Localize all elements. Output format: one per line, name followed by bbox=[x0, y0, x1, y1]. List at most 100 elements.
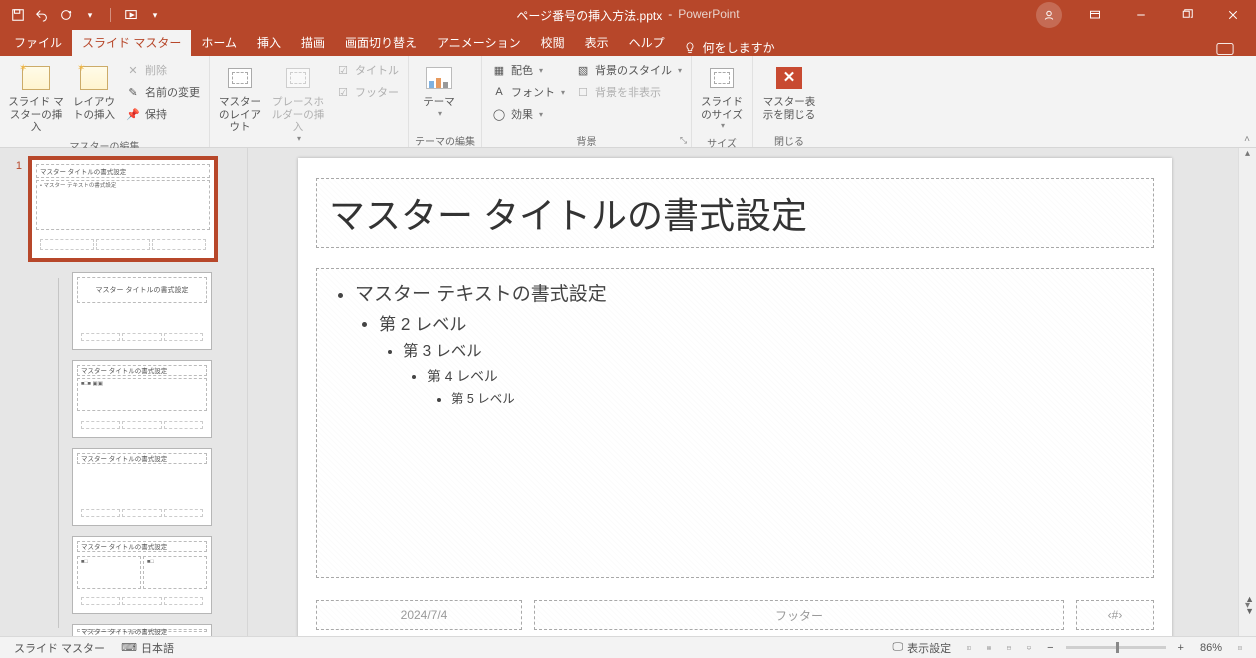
body-level-2: 第 2 レベル bbox=[379, 310, 1141, 335]
placeholder-icon bbox=[286, 68, 310, 88]
tell-me-search[interactable]: 何をしますか bbox=[675, 39, 783, 56]
tab-review[interactable]: 校閲 bbox=[531, 29, 575, 56]
thumbnail-master[interactable]: マスター タイトルの書式設定 • マスター テキストの書式設定 bbox=[28, 156, 218, 262]
slide-sorter-icon[interactable] bbox=[979, 640, 999, 656]
checkbox-icon: ☑ bbox=[335, 62, 351, 78]
slide-size-icon bbox=[710, 68, 734, 88]
effects-button[interactable]: ◯効果▾ bbox=[488, 104, 568, 124]
ribbon-tabs: ファイル スライド マスター ホーム 挿入 描画 画面切り替え アニメーション … bbox=[0, 30, 1256, 56]
body-level-1: マスター テキストの書式設定 bbox=[355, 279, 1141, 306]
next-slide-icon[interactable]: ▼ bbox=[1245, 606, 1254, 616]
fonts-button[interactable]: Aフォント▾ bbox=[488, 82, 568, 102]
title-placeholder[interactable]: マスター タイトルの書式設定 bbox=[316, 178, 1154, 248]
insert-slide-master-label: スライド マスターの挿入 bbox=[6, 96, 66, 134]
tab-transitions[interactable]: 画面切り替え bbox=[335, 29, 427, 56]
fit-to-window-icon[interactable] bbox=[1230, 640, 1250, 656]
zoom-value[interactable]: 86% bbox=[1192, 642, 1230, 654]
footer-chk-label: フッター bbox=[355, 84, 399, 100]
themes-button[interactable]: テーマ▾ bbox=[415, 60, 463, 120]
thumb-master-body: • マスター テキストの書式設定 bbox=[36, 180, 210, 230]
preserve-button[interactable]: 📌保持 bbox=[122, 104, 203, 124]
tab-home[interactable]: ホーム bbox=[191, 29, 247, 56]
preserve-icon: 📌 bbox=[125, 106, 141, 122]
slide-number-placeholder[interactable]: ‹#› bbox=[1076, 600, 1154, 630]
start-slideshow-icon[interactable] bbox=[123, 7, 139, 23]
scroll-up-icon[interactable]: ▴ bbox=[1239, 148, 1256, 166]
thumbnail-layout-4[interactable]: マスター タイトルの書式設定 ■□■□ bbox=[72, 536, 212, 614]
tab-animations[interactable]: アニメーション bbox=[427, 29, 531, 56]
delete-label: 削除 bbox=[145, 62, 167, 78]
body-placeholder[interactable]: マスター テキストの書式設定 第 2 レベル 第 3 レベル 第 4 レベル 第… bbox=[316, 268, 1154, 578]
collapse-ribbon-icon[interactable]: ˄ bbox=[1244, 134, 1250, 145]
checkbox-empty-icon: ☐ bbox=[575, 84, 591, 100]
body-level-5: 第 5 レベル bbox=[451, 389, 1141, 407]
ribbon-display-options-icon[interactable] bbox=[1072, 0, 1118, 30]
tab-file[interactable]: ファイル bbox=[4, 29, 72, 56]
fonts-icon: A bbox=[491, 84, 507, 100]
vertical-scrollbar[interactable]: ▴ ▾ bbox=[1238, 148, 1256, 636]
bg-styles-icon: ▧ bbox=[575, 62, 591, 78]
delete-button[interactable]: ✕削除 bbox=[122, 60, 203, 80]
qat-dropdown-icon[interactable]: ▾ bbox=[82, 7, 98, 23]
status-lang[interactable]: ⌨ 日本語 bbox=[113, 640, 182, 656]
tree-connector bbox=[58, 278, 59, 628]
insert-layout-button[interactable]: レイアウトの挿入 bbox=[70, 60, 118, 123]
group-theme-edit: テーマ▾ テーマの編集 bbox=[409, 56, 482, 147]
display-settings-label: 表示設定 bbox=[907, 640, 951, 656]
tab-draw[interactable]: 描画 bbox=[291, 29, 335, 56]
status-mode[interactable]: スライド マスター bbox=[6, 640, 113, 656]
reading-view-icon[interactable] bbox=[999, 640, 1019, 656]
rename-label: 名前の変更 bbox=[145, 84, 200, 100]
prev-slide-icon[interactable]: ▲ bbox=[1245, 594, 1254, 604]
qat-customize-icon[interactable]: ▾ bbox=[147, 7, 163, 23]
lightbulb-icon bbox=[683, 41, 697, 55]
hide-bg-checkbox[interactable]: ☐背景を非表示 bbox=[572, 82, 685, 102]
insert-placeholder-button[interactable]: プレースホルダーの挿入▾ bbox=[268, 60, 328, 145]
date-placeholder[interactable]: 2024/7/4 bbox=[316, 600, 522, 630]
slide-size-button[interactable]: スライドのサイズ▾ bbox=[698, 60, 746, 133]
thumbnail-panel[interactable]: 1 マスター タイトルの書式設定 • マスター テキストの書式設定 マスター タ… bbox=[0, 148, 248, 636]
zoom-slider[interactable] bbox=[1066, 646, 1166, 649]
footer-placeholder[interactable]: フッター bbox=[534, 600, 1064, 630]
thumbnail-layout-5[interactable]: マスター タイトルの書式設定 bbox=[72, 624, 212, 636]
thumbnail-layout-1[interactable]: マスター タイトルの書式設定 bbox=[72, 272, 212, 350]
insert-slide-master-button[interactable]: スライド マスターの挿入 bbox=[6, 60, 66, 136]
title-checkbox[interactable]: ☑タイトル bbox=[332, 60, 402, 80]
save-icon[interactable] bbox=[10, 7, 26, 23]
thumbnail-layout-2[interactable]: マスター タイトルの書式設定 ■□■ ▣▣ bbox=[72, 360, 212, 438]
slideshow-view-icon[interactable] bbox=[1019, 640, 1039, 656]
redo-icon[interactable] bbox=[58, 7, 74, 23]
account-icon[interactable] bbox=[1026, 0, 1072, 30]
ribbon: スライド マスターの挿入 レイアウトの挿入 ✕削除 ✎名前の変更 📌保持 マスタ… bbox=[0, 56, 1256, 148]
close-button[interactable] bbox=[1210, 0, 1256, 30]
tab-help[interactable]: ヘルプ bbox=[619, 29, 675, 56]
group-background-label[interactable]: 背景 bbox=[488, 131, 685, 147]
display-settings-button[interactable]: 🖵 表示設定 bbox=[884, 640, 959, 656]
fonts-label: フォント bbox=[511, 84, 555, 100]
undo-icon[interactable] bbox=[34, 7, 50, 23]
group-background: ▦配色▾ Aフォント▾ ◯効果▾ ▧背景のスタイル▾ ☐背景を非表示 背景 bbox=[482, 56, 692, 147]
close-master-button[interactable]: ✕ マスター表示を閉じる bbox=[759, 60, 819, 123]
slide-canvas[interactable]: マスター タイトルの書式設定 マスター テキストの書式設定 第 2 レベル 第 … bbox=[298, 158, 1172, 648]
group-master-layout: マスターのレイアウト プレースホルダーの挿入▾ ☑タイトル ☑フッター マスター… bbox=[210, 56, 409, 147]
colors-button[interactable]: ▦配色▾ bbox=[488, 60, 568, 80]
separator bbox=[110, 8, 111, 22]
share-button[interactable] bbox=[1198, 42, 1252, 56]
footer-checkbox[interactable]: ☑フッター bbox=[332, 82, 402, 102]
zoom-in-button[interactable]: + bbox=[1170, 642, 1192, 654]
rename-button[interactable]: ✎名前の変更 bbox=[122, 82, 203, 102]
thumbnail-layout-3[interactable]: マスター タイトルの書式設定 bbox=[72, 448, 212, 526]
bg-styles-button[interactable]: ▧背景のスタイル▾ bbox=[572, 60, 685, 80]
thumb-layout-title: マスター タイトルの書式設定 bbox=[77, 277, 207, 303]
tab-insert[interactable]: 挿入 bbox=[247, 29, 291, 56]
maximize-button[interactable] bbox=[1164, 0, 1210, 30]
tab-slide-master[interactable]: スライド マスター bbox=[72, 29, 191, 56]
thumb-layout-title: マスター タイトルの書式設定 bbox=[77, 629, 207, 632]
zoom-out-button[interactable]: − bbox=[1039, 642, 1061, 654]
status-bar: スライド マスター ⌨ 日本語 🖵 表示設定 − + 86% bbox=[0, 636, 1256, 658]
tab-view[interactable]: 表示 bbox=[575, 29, 619, 56]
normal-view-icon[interactable] bbox=[959, 640, 979, 656]
master-layout-button[interactable]: マスターのレイアウト bbox=[216, 60, 264, 136]
minimize-button[interactable] bbox=[1118, 0, 1164, 30]
effects-label: 効果 bbox=[511, 106, 533, 122]
